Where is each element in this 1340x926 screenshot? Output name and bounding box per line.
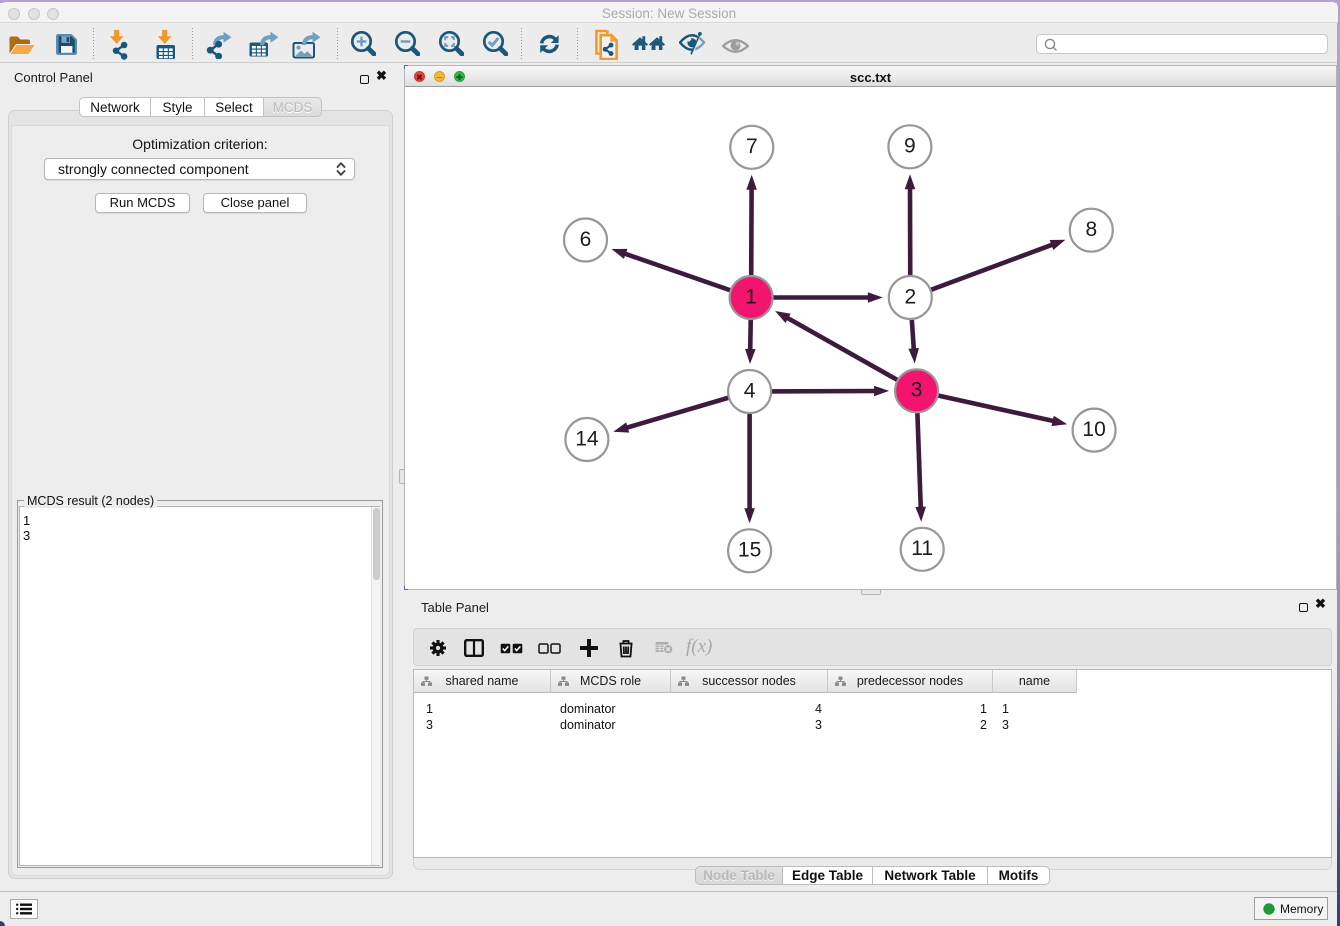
svg-text:9: 9 [904, 135, 916, 158]
svg-text:10: 10 [1082, 418, 1105, 441]
svg-text:11: 11 [911, 537, 933, 560]
svg-text:7: 7 [746, 135, 758, 158]
svg-text:14: 14 [575, 427, 599, 450]
svg-text:8: 8 [1085, 218, 1097, 241]
svg-text:6: 6 [580, 228, 592, 251]
svg-text:4: 4 [744, 379, 756, 402]
svg-text:15: 15 [738, 539, 761, 562]
svg-text:1: 1 [745, 285, 757, 308]
svg-text:2: 2 [904, 285, 916, 308]
svg-text:3: 3 [911, 379, 923, 402]
